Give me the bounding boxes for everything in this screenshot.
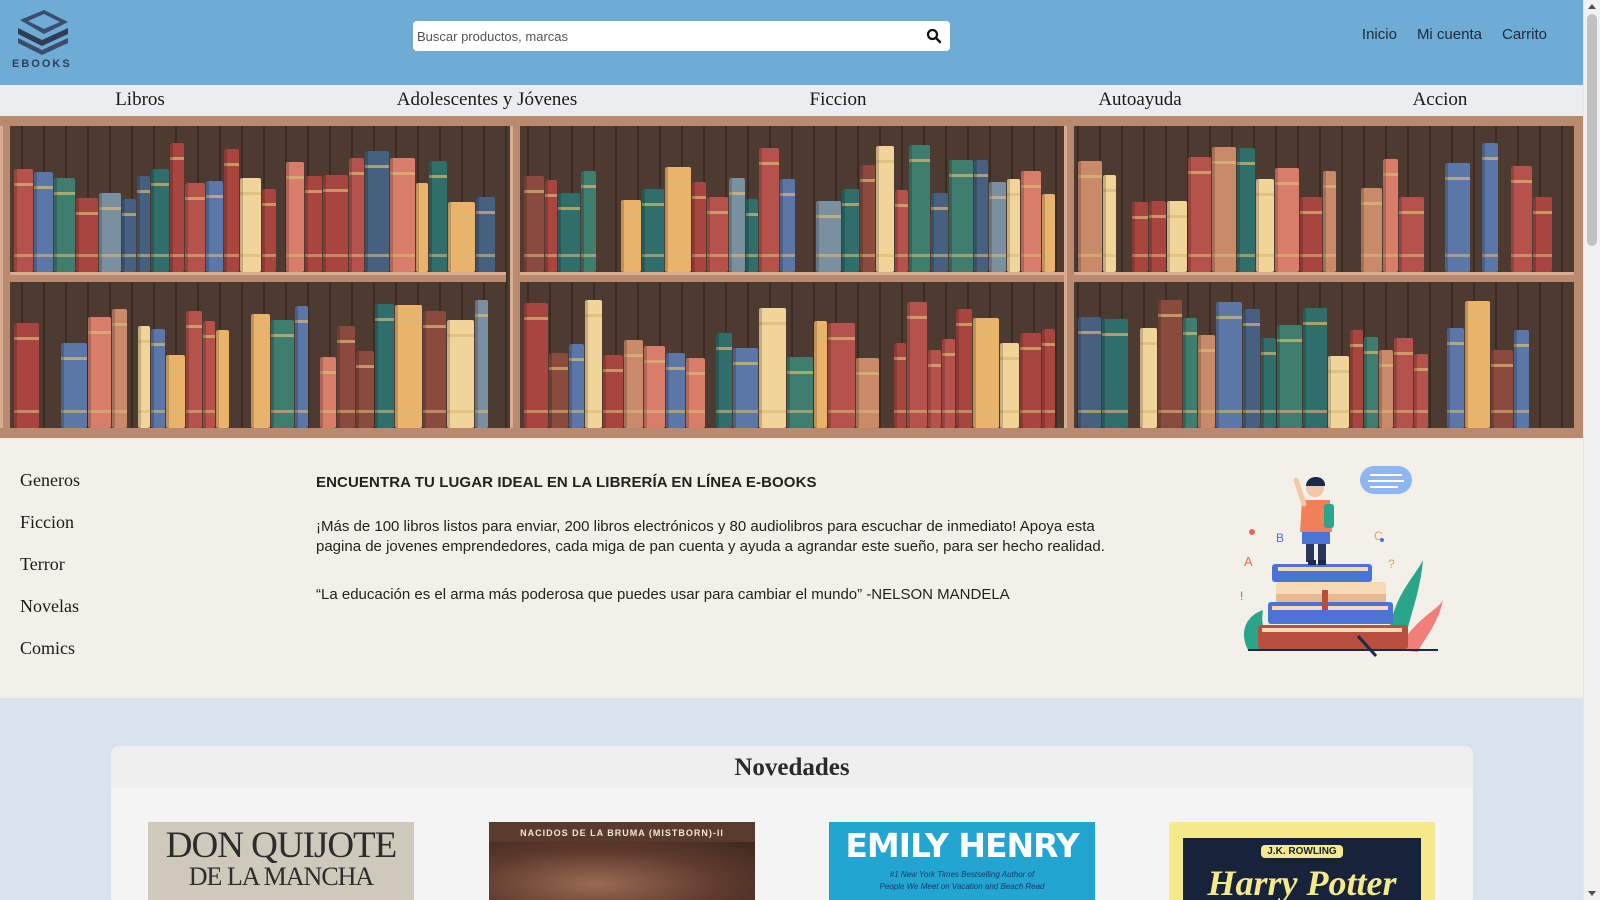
category-libros[interactable]: Libros [115, 89, 165, 111]
book-title-line: DE LA MANCHA [188, 862, 374, 891]
genre-item-terror[interactable]: Terror [20, 554, 80, 596]
scroll-down-arrow-icon[interactable] [1588, 891, 1596, 896]
book-cover-emily-henry[interactable]: EMILY HENRY #1 New York Times Bestsellin… [829, 822, 1095, 900]
logo-text: EBOOKS [12, 58, 72, 70]
scroll-thumb[interactable] [1587, 14, 1597, 246]
genre-item-comics[interactable]: Comics [20, 638, 80, 680]
novedades-title: Novedades [734, 754, 850, 781]
nav-link-carrito[interactable]: Carrito [1502, 26, 1547, 43]
svg-text:A: A [1244, 554, 1253, 569]
category-ficcion[interactable]: Ficcion [810, 89, 867, 111]
top-nav: Inicio Mi cuenta Carrito [1362, 26, 1547, 43]
category-accion[interactable]: Accion [1413, 89, 1468, 111]
genre-item-novelas[interactable]: Novelas [20, 596, 80, 638]
book-tagline: #1 New York Times Bestselling Author of [889, 870, 1035, 879]
svg-text:B: B [1276, 531, 1284, 545]
page-scrollbar[interactable] [1583, 0, 1600, 900]
book-logo-icon [18, 10, 68, 55]
category-adolescentes-jovenes[interactable]: Adolescentes y Jóvenes [397, 89, 577, 111]
genre-item-generos[interactable]: Generos [20, 470, 80, 512]
book-title-line: Harry Potter [1207, 863, 1397, 900]
search-bar [413, 21, 950, 51]
category-autoayuda[interactable]: Autoayuda [1098, 89, 1181, 111]
book-cover-art [489, 842, 755, 900]
genre-list: Generos Ficcion Terror Novelas Comics [20, 470, 80, 680]
scroll-up-arrow-icon[interactable] [1588, 4, 1596, 9]
category-nav: Libros Adolescentes y Jóvenes Ficcion Au… [0, 85, 1583, 116]
intro-section: ENCUENTRA TU LUGAR IDEAL EN LA LIBRERÍA … [316, 474, 1116, 633]
genre-item-ficcion[interactable]: Ficcion [20, 512, 80, 554]
svg-text:!: ! [1240, 589, 1243, 603]
nav-link-inicio[interactable]: Inicio [1362, 26, 1397, 43]
book-cover-mistborn[interactable]: NACIDOS DE LA BRUMA (MISTBORN)-II [489, 822, 755, 900]
book-author: EMILY HENRY [845, 826, 1079, 865]
book-tagline: People We Meet on Vacation and Beach Rea… [879, 882, 1045, 891]
reader-on-books-illustration: B A C ? ! [1240, 466, 1443, 658]
novedades-card: Novedades DON QUIJOTE DE LA MANCHA NACID… [111, 746, 1473, 900]
search-icon[interactable] [926, 28, 942, 44]
book-cover-harry-potter[interactable]: J.K. ROWLING Harry Potter [1169, 822, 1435, 900]
book-author: J.K. ROWLING [1169, 845, 1435, 858]
intro-quote: “La educación es el arma más poderosa qu… [316, 586, 1010, 603]
nav-link-mi-cuenta[interactable]: Mi cuenta [1417, 26, 1482, 43]
book-title-line: NACIDOS DE LA BRUMA (MISTBORN)-II [520, 828, 724, 838]
intro-paragraph: ¡Más de 100 libros listos para enviar, 2… [316, 518, 1105, 555]
hero-banner-bookshelf [0, 116, 1583, 438]
book-title-line: DON QUIJOTE [165, 825, 398, 866]
bookshelf-image [0, 116, 1583, 438]
header: EBOOKS Inicio Mi cuenta Carrito [0, 0, 1583, 85]
ebooks-logo[interactable]: EBOOKS [10, 8, 74, 70]
svg-text:?: ? [1388, 557, 1395, 571]
intro-heading: ENCUENTRA TU LUGAR IDEAL EN LA LIBRERÍA … [316, 474, 817, 491]
search-input[interactable] [417, 21, 907, 51]
book-cover-don-quijote[interactable]: DON QUIJOTE DE LA MANCHA [148, 822, 414, 900]
